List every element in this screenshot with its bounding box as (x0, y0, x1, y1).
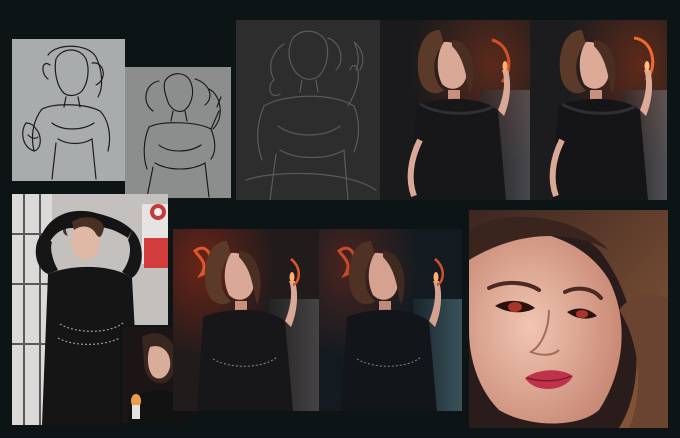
line-sketch-image (143, 73, 222, 198)
color-study-warm-image (173, 229, 319, 411)
painted-panel-warm (380, 20, 530, 200)
painted-figure-warm (380, 20, 530, 200)
color-study-warm-panel (173, 229, 319, 411)
rough-sketch-panel (12, 39, 125, 181)
line-sketch-panel (125, 67, 231, 198)
color-study-cool-panel (319, 229, 462, 411)
refined-sketch-panel (236, 20, 380, 200)
portrait-closeup-image (469, 210, 668, 428)
painted-panel-final (530, 20, 667, 200)
color-study-cool-image (319, 229, 462, 411)
portrait-closeup-panel (469, 210, 668, 428)
refined-sketch-image (245, 30, 377, 200)
rough-sketch-image (22, 45, 111, 180)
painted-figure-final (530, 20, 667, 200)
